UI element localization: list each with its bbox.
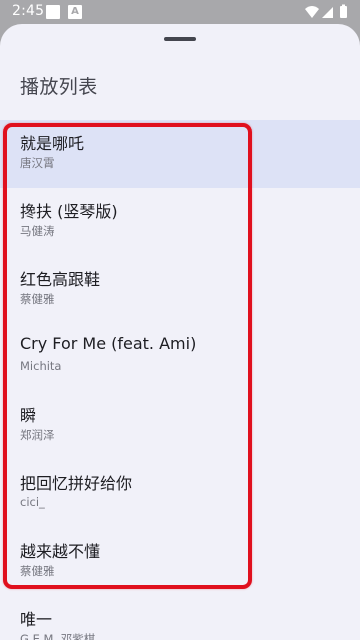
track-artist: G.E.M. 邓紫棋 <box>20 632 96 640</box>
drag-handle[interactable] <box>164 37 196 41</box>
track-title: 就是哪吒 <box>20 134 85 153</box>
battery-icon <box>340 6 347 18</box>
track-row[interactable]: Cry For Me (feat. Ami) Michita <box>0 324 360 392</box>
track-row[interactable]: 就是哪吒 唐汉霄 <box>0 120 360 188</box>
a-icon-glyph: A <box>71 6 79 17</box>
notification-icon <box>46 5 60 19</box>
playlist: 就是哪吒 唐汉霄 搀扶 (竖琴版) 马健涛 红色高跟鞋 蔡健雅 Cry For … <box>0 120 360 640</box>
signal-icon <box>322 7 333 18</box>
track-row[interactable]: 搀扶 (竖琴版) 马健涛 <box>0 188 360 256</box>
track-title: 唯一 <box>20 610 53 629</box>
track-artist: 郑润泽 <box>20 428 55 442</box>
track-row[interactable]: 红色高跟鞋 蔡健雅 <box>0 256 360 324</box>
track-row[interactable]: 越来越不懂 蔡健雅 <box>0 528 360 596</box>
track-row[interactable]: 唯一 G.E.M. 邓紫棋 <box>0 596 360 640</box>
status-icons <box>305 4 347 18</box>
track-artist: 蔡健雅 <box>20 292 55 306</box>
track-row[interactable]: 瞬 郑润泽 <box>0 392 360 460</box>
track-title: 瞬 <box>20 406 37 425</box>
track-artist: 唐汉霄 <box>20 156 55 170</box>
playlist-bottom-sheet: 播放列表 就是哪吒 唐汉霄 搀扶 (竖琴版) 马健涛 红色高跟鞋 蔡健雅 Cry… <box>0 24 360 640</box>
track-title: 搀扶 (竖琴版) <box>20 202 118 221</box>
status-bar: 2:45 A <box>0 0 360 24</box>
track-title: 把回忆拼好给你 <box>20 474 133 493</box>
track-artist: 马健涛 <box>20 224 55 238</box>
track-artist: 蔡健雅 <box>20 564 55 578</box>
track-title: Cry For Me (feat. Ami) <box>20 334 197 353</box>
track-title: 越来越不懂 <box>20 542 101 561</box>
playlist-title: 播放列表 <box>20 76 98 98</box>
wifi-icon <box>305 6 319 18</box>
status-time: 2:45 <box>12 3 45 19</box>
track-artist: cici_ <box>20 495 45 509</box>
battery-tip <box>342 4 345 7</box>
track-row[interactable]: 把回忆拼好给你 cici_ <box>0 460 360 528</box>
track-title: 红色高跟鞋 <box>20 270 101 289</box>
track-artist: Michita <box>20 359 62 373</box>
